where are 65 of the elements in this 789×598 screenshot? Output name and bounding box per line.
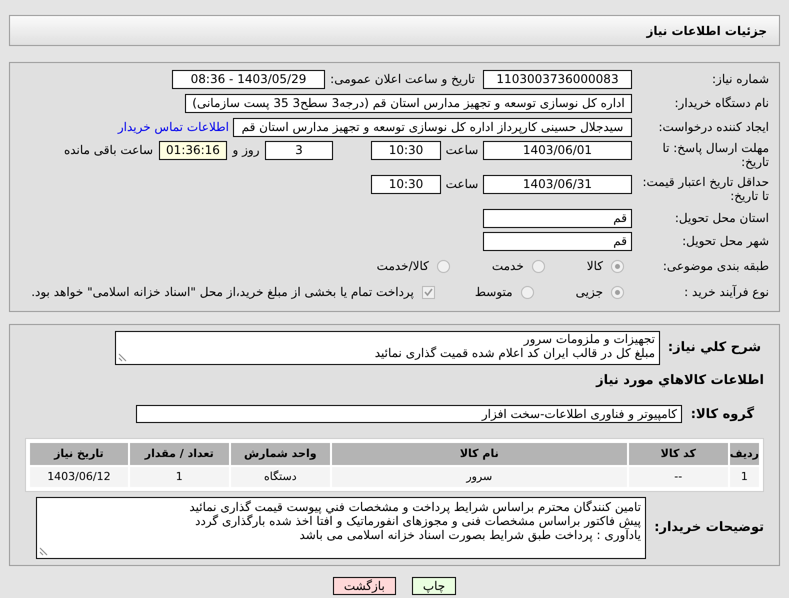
radio-button[interactable] bbox=[436, 260, 450, 272]
resize-grip-icon bbox=[118, 353, 127, 362]
table-cell: 1 bbox=[728, 466, 760, 488]
column-header: تاریخ نیاز bbox=[29, 442, 129, 466]
column-header: نام کالا bbox=[330, 442, 628, 466]
field-label: روز و bbox=[232, 143, 260, 157]
need-number-field[interactable]: 1103003736000083 bbox=[483, 70, 632, 88]
field-label: ساعت باقی مانده bbox=[64, 143, 153, 157]
column-header: کد کالا bbox=[628, 442, 729, 466]
buyer-notes-textarea[interactable] bbox=[36, 497, 646, 559]
table-cell: 1 bbox=[128, 466, 230, 488]
print-button[interactable]: چاپ bbox=[412, 577, 456, 595]
field-label: حداقل تاریخ اعتبار قیمت: تا تاریخ: bbox=[641, 175, 769, 203]
column-header: ردیف bbox=[728, 442, 760, 466]
radio-button[interactable] bbox=[520, 286, 534, 298]
field-label: جزیی bbox=[576, 284, 603, 301]
field-label: شماره نیاز: bbox=[712, 72, 769, 86]
description-textarea[interactable]: تجهیزات و ملزومات سرور مبلغ کل در قالب ایران کد اعلام شده قمیت گذاری نمائید bbox=[115, 331, 660, 365]
treasury-checkbox[interactable] bbox=[422, 286, 435, 298]
field-label: ساعت bbox=[446, 143, 478, 157]
column-header: تعداد / مقدار bbox=[128, 442, 230, 466]
validity-date-field[interactable]: 1403/06/31 bbox=[483, 175, 632, 194]
table-cell: سرور bbox=[330, 466, 628, 488]
province-field[interactable]: قم bbox=[483, 208, 632, 228]
field-label: ایجاد کننده درخواست: bbox=[658, 120, 769, 134]
radio-button[interactable] bbox=[611, 260, 624, 272]
radio-button[interactable] bbox=[611, 286, 624, 298]
field-label: ساعت bbox=[446, 177, 478, 191]
city-field[interactable]: قم bbox=[483, 232, 632, 250]
field-label: توضیحات خریدار: bbox=[654, 520, 764, 536]
field-label: خدمت bbox=[492, 258, 524, 275]
resize-grip-icon bbox=[39, 547, 48, 556]
buyer-org-field[interactable]: اداره کل نوسازی توسعه و تجهیز مدارس استان قم (درجه3 سطح3 35 پست سازمانی) bbox=[185, 94, 632, 112]
page-title: جزئیات اطلاعات نیاز bbox=[646, 22, 767, 40]
days-field[interactable]: 3 bbox=[265, 141, 333, 160]
field-label: تاریخ و ساعت اعلان عمومی: bbox=[330, 72, 475, 86]
field-label: مهلت ارسال پاسخ: تا تاریخ: bbox=[661, 141, 769, 169]
field-label: طبقه بندی موضوعی: bbox=[662, 259, 769, 273]
deadline-time-field[interactable]: 10:30 bbox=[371, 141, 441, 160]
field-label: نام دستگاه خریدار: bbox=[674, 96, 769, 110]
requester-field[interactable]: سیدجلال حسینی کارپرداز اداره کل نوسازی توسعه و تجهیز مدارس استان قم bbox=[233, 118, 632, 136]
deadline-date-field[interactable]: 1403/06/01 bbox=[483, 141, 632, 160]
table-cell: 1403/06/12 bbox=[29, 466, 129, 488]
validity-time-field[interactable]: 10:30 bbox=[371, 175, 441, 194]
buyer-contact-link[interactable]: اطلاعات تماس خریدار bbox=[118, 118, 229, 136]
table-cell: -- bbox=[628, 466, 729, 488]
field-label: شهر محل تحویل: bbox=[682, 234, 769, 248]
radio-button[interactable] bbox=[532, 260, 545, 272]
description-text: تجهیزات و ملزومات سرور مبلغ کل در قالب ایران کد اعلام شده قمیت گذاری نمائید bbox=[374, 332, 655, 360]
back-button[interactable]: بازگشت bbox=[332, 577, 396, 595]
field-label: کالا bbox=[586, 258, 603, 275]
field-label: شرح کلي نياز: bbox=[668, 340, 761, 356]
column-header: واحد شمارش bbox=[230, 442, 331, 466]
announce-date-field[interactable]: 1403/05/29 - 08:36 bbox=[172, 70, 325, 88]
field-label: استان محل تحویل: bbox=[674, 211, 769, 225]
field-label: گروه کالا: bbox=[690, 406, 754, 422]
buyer-notes-text: تامین کنندگان محترم براساس شرایط پرداخت و مشخصات فني پیوست قیمت گذاری نمائید پیش فاکتور براساس مشخصات فنی و مجوزهای انفورماتیک و افتا اخذ شده بارگذاری گردد یادآوری : پرداخت طبق شرایط بصورت اسناد خزانه اسلامی می باشد bbox=[188, 500, 641, 542]
field-label: کالا/خدمت bbox=[376, 258, 429, 275]
table-cell: دستگاه bbox=[230, 466, 331, 488]
goods-group-field[interactable]: کامپیوتر و فناوری اطلاعات-سخت افزار bbox=[136, 405, 682, 424]
remaining-time-field[interactable]: 01:36:16 bbox=[159, 141, 227, 160]
field-label: نوع فرآیند خرید : bbox=[684, 285, 769, 299]
field-label: پرداخت تمام یا بخشی از مبلغ خرید،از محل "اسناد خزانه اسلامی" خواهد بود. bbox=[31, 284, 414, 301]
field-label: اطلاعات کالاهاي مورد نياز bbox=[596, 373, 764, 388]
field-label: متوسط bbox=[474, 284, 513, 301]
